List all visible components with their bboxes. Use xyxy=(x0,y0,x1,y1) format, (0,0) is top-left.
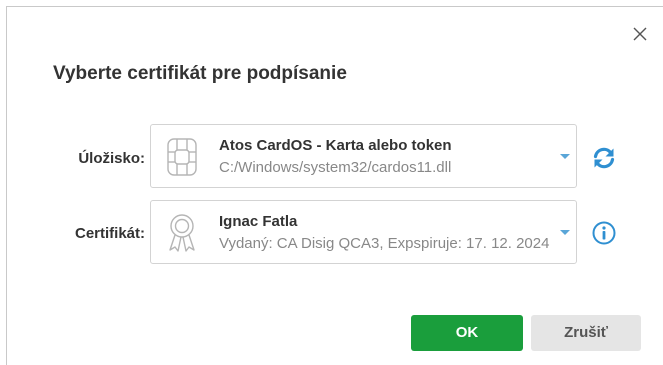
certificate-label: Certifikát: xyxy=(74,225,145,242)
certificate-details: Vydaný: CA Disig QCA3, Expspiruje: 17. 1… xyxy=(219,235,550,252)
refresh-button[interactable] xyxy=(591,145,617,171)
storage-path: C:/Windows/system32/cardos11.dll xyxy=(219,159,452,176)
refresh-icon xyxy=(593,147,615,169)
certificate-info-button[interactable] xyxy=(591,220,617,246)
close-button[interactable] xyxy=(629,23,651,45)
dialog-title: Vyberte certifikát pre podpísanie xyxy=(53,63,347,84)
chevron-down-icon xyxy=(560,154,570,159)
storage-select[interactable]: Atos CardOS - Karta alebo token C:/Windo… xyxy=(150,124,577,188)
certificate-select[interactable]: Ignac Fatla Vydaný: CA Disig QCA3, Expsp… xyxy=(150,200,577,264)
certificate-select-dialog: Vyberte certifikát pre podpísanie Úložis… xyxy=(6,6,663,365)
ok-button[interactable]: OK xyxy=(411,315,523,351)
info-icon xyxy=(592,221,616,245)
close-icon xyxy=(633,27,647,41)
storage-label: Úložisko: xyxy=(78,150,145,167)
smart-card-chip-icon xyxy=(167,138,197,176)
certificate-holder: Ignac Fatla xyxy=(219,213,298,230)
certificate-badge-icon xyxy=(169,214,195,252)
storage-name: Atos CardOS - Karta alebo token xyxy=(219,137,452,154)
chevron-down-icon xyxy=(560,230,570,235)
cancel-button[interactable]: Zrušiť xyxy=(531,315,641,351)
